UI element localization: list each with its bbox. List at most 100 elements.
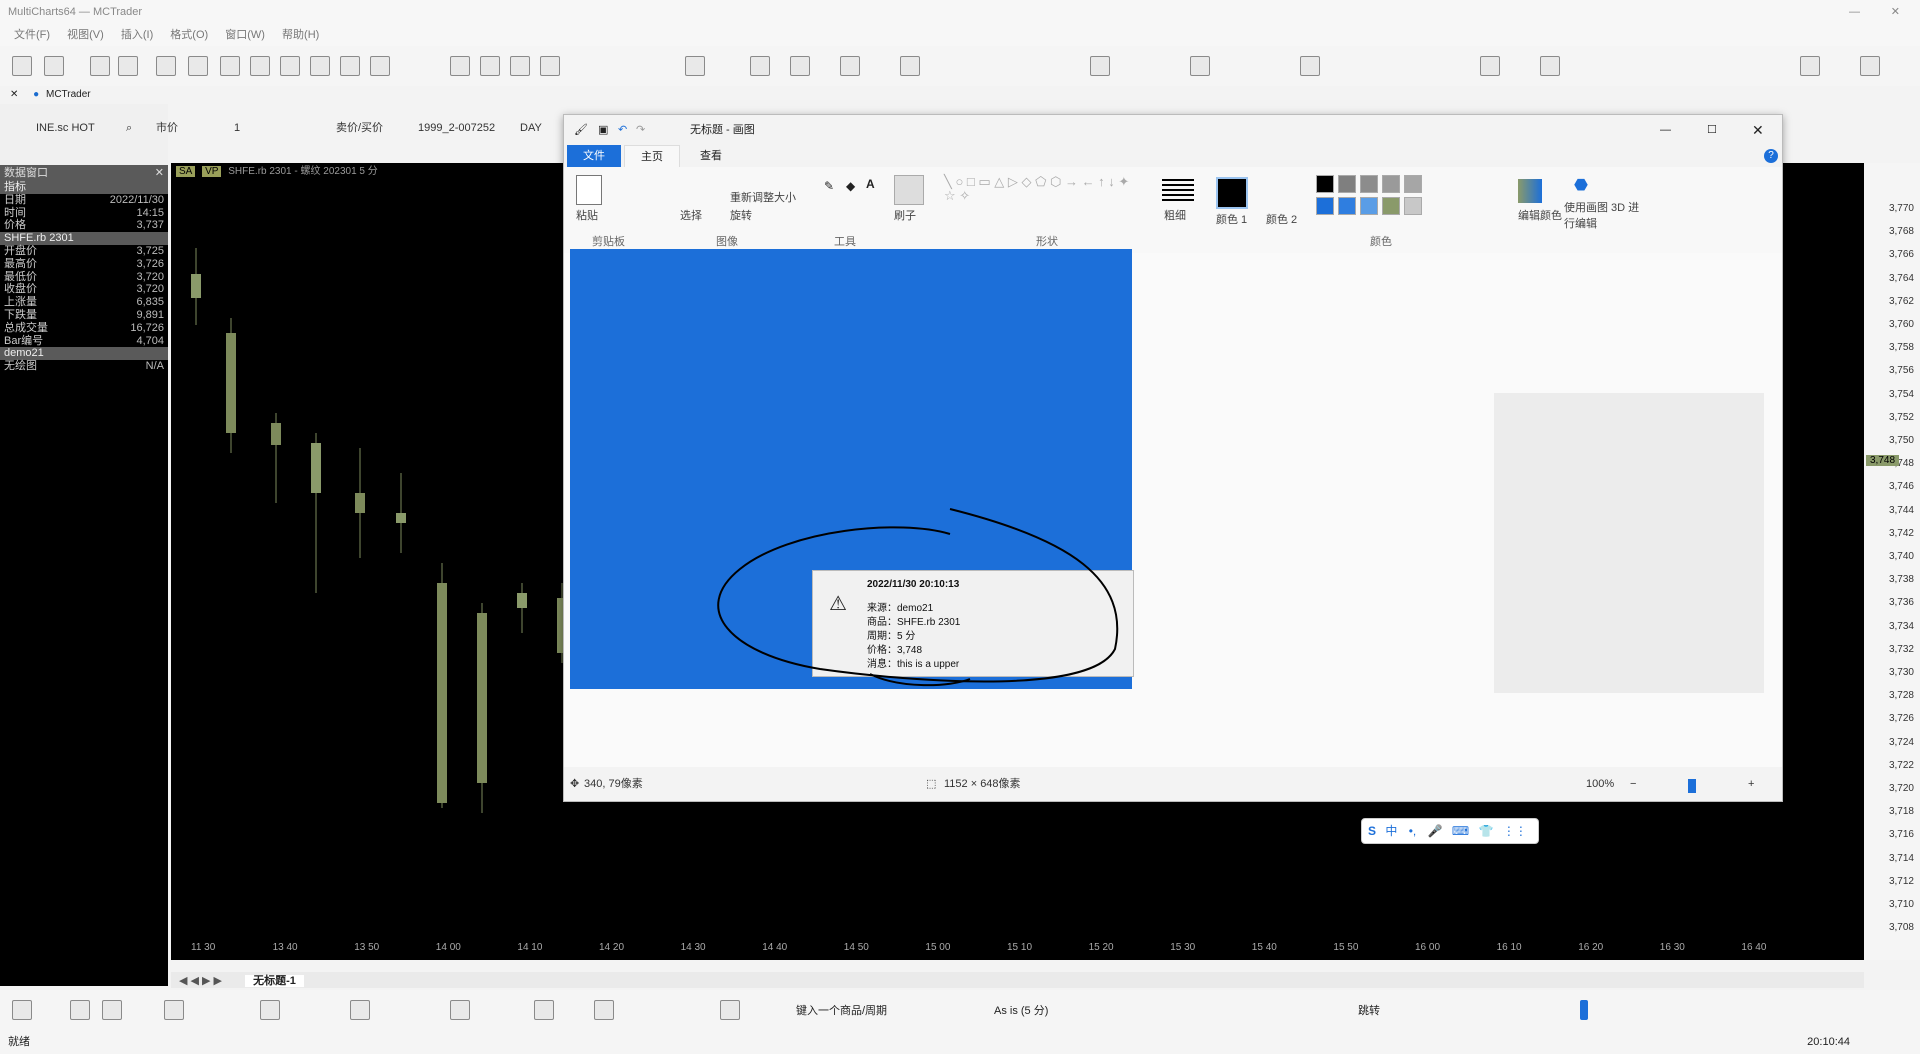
trendline-icon[interactable] [12,1000,32,1020]
tab-home[interactable]: 主页 [624,145,680,168]
size-label[interactable]: 粗细 [1164,207,1186,223]
fib-icon[interactable] [164,1000,184,1020]
magnet-icon[interactable] [1300,56,1320,76]
size-icon[interactable] [1162,179,1194,201]
shapes-gallery[interactable]: ╲ ○ □ ▭ △ ▷ ◇ ⬠ ⬡ → ← ↑ ↓ ✦ ☆ ✧ [944,175,1134,219]
color1-swatch[interactable] [1216,177,1248,209]
close-icon[interactable]: ✕ [10,89,18,100]
scroll-handle[interactable] [1580,1000,1588,1020]
brush-label[interactable]: 刷子 [894,207,916,223]
cut-icon[interactable] [118,56,138,76]
ellipse-icon[interactable] [594,1000,614,1020]
sa-tag[interactable]: SA [176,166,196,177]
grid-icon[interactable] [220,56,240,76]
minimize-icon[interactable]: — [1849,0,1860,24]
pencil-icon[interactable] [102,1000,122,1020]
zoom-slider[interactable] [1688,779,1696,793]
palette-swatch[interactable] [1338,197,1356,215]
scanner-icon[interactable] [280,56,300,76]
gann-icon[interactable] [350,1000,370,1020]
series-label[interactable]: As is (5 分) [994,1002,1048,1018]
redo-icon[interactable]: ↷ [636,115,645,145]
image-icon[interactable] [340,56,360,76]
vp-tag[interactable]: VP [202,166,222,177]
microphone-icon[interactable]: 🎤 [1428,824,1443,838]
new-chart-icon[interactable] [12,56,32,76]
refresh-icon[interactable] [1860,56,1880,76]
arrow-left-icon[interactable] [1480,56,1500,76]
save-icon[interactable]: ▣ [598,115,608,145]
select-label[interactable]: 选择 [680,207,702,223]
ray-icon[interactable] [70,1000,90,1020]
menu-help[interactable]: 帮助(H) [282,29,319,41]
copy-icon[interactable] [156,56,176,76]
line-tool-icon[interactable] [750,56,770,76]
tab-nav-icon[interactable]: ◀ ◀ ▶ ▶ [179,975,222,987]
paste-icon[interactable] [576,175,602,205]
channel-icon[interactable] [260,1000,280,1020]
account-select[interactable]: 1999_2-007252 [418,116,495,140]
tab-mctrader[interactable]: MCTrader [46,89,91,100]
tab-view[interactable]: 查看 [684,145,738,167]
dom-icon[interactable] [310,56,330,76]
text-icon[interactable]: A [866,177,875,191]
search-icon[interactable] [1800,56,1820,76]
brush-icon[interactable] [894,175,924,205]
fill-icon[interactable]: ◆ [846,179,855,193]
sheet-tab[interactable]: 无标题-1 [245,975,304,987]
tab-file[interactable]: 文件 [567,145,621,167]
palette-swatch[interactable] [1360,175,1378,193]
paint-canvas[interactable]: ⚠ 2022/11/30 20:10:13 来源：demo21 商品：SHFE.… [570,249,1134,689]
paint3d-icon[interactable]: ⬣ [1574,175,1588,195]
grid-icon[interactable] [450,1000,470,1020]
undo-icon[interactable]: ↶ [618,115,627,145]
save-icon[interactable] [90,56,110,76]
quantity-input[interactable]: 1 [234,116,240,140]
arrow-right-icon[interactable] [1540,56,1560,76]
cursor-icon[interactable] [900,56,920,76]
close-icon[interactable]: ✕ [1891,0,1900,24]
menu-format[interactable]: 格式(O) [170,29,208,41]
resize-button[interactable]: 重新调整大小 [730,189,796,205]
bar-chart-icon[interactable] [685,56,705,76]
palette-swatch[interactable] [1382,197,1400,215]
rotate-button[interactable]: 旋转 [730,207,752,223]
zoom-in-icon[interactable] [1190,56,1210,76]
color2-label[interactable]: 颜色 2 [1266,211,1297,227]
volume-icon[interactable] [840,56,860,76]
grid-icon[interactable]: ⋮⋮ [1503,824,1527,838]
close-icon[interactable]: ✕ [1752,115,1764,145]
text-icon[interactable] [534,1000,554,1020]
settings-icon[interactable] [540,56,560,76]
punctuation-icon[interactable]: •, [1409,824,1417,838]
menu-view[interactable]: 视图(V) [67,29,104,41]
new-window-icon[interactable] [44,56,64,76]
keyboard-icon[interactable]: ⌨ [1452,824,1469,838]
paint-window[interactable]: 🖌 ▣ ↶ ↷ 无标题 - 画图 — ☐ ✕ 文件 主页 查看 ? 粘贴 选择 … [563,114,1783,802]
maximize-icon[interactable]: ☐ [1707,115,1717,145]
crosshair-icon[interactable] [1090,56,1110,76]
paint3d-label[interactable]: 使用画图 3D 进行编辑 [1564,199,1644,231]
menu-window[interactable]: 窗口(W) [225,29,265,41]
magnet-icon[interactable] [720,1000,740,1020]
table-icon[interactable] [250,56,270,76]
paste-label[interactable]: 粘贴 [576,207,598,223]
palette-swatch[interactable] [1404,175,1422,193]
alert-icon[interactable] [510,56,530,76]
palette-swatch[interactable] [1316,175,1334,193]
palette-swatch[interactable] [1382,175,1400,193]
candle-icon[interactable] [790,56,810,76]
side-select[interactable]: 卖价/买价 [336,116,383,140]
price-axis[interactable]: 3,770 3,768 3,766 3,764 3,762 3,760 3,758 3,756… [1864,163,1920,960]
menu-insert[interactable]: 插入(I) [121,29,153,41]
menu-file[interactable]: 文件(F) [14,29,50,41]
help-icon[interactable]: ? [1764,149,1778,163]
jump-button[interactable]: 跳转 [1358,1002,1380,1018]
edit-colors-icon[interactable] [1518,179,1542,203]
close-icon[interactable]: ✕ [155,165,164,181]
minimize-icon[interactable]: — [1660,115,1671,145]
search-icon[interactable]: ⌕ [126,116,132,140]
tif-select[interactable]: DAY [520,116,542,140]
palette-swatch[interactable] [1316,197,1334,215]
pencil-icon[interactable]: ✎ [824,179,834,193]
